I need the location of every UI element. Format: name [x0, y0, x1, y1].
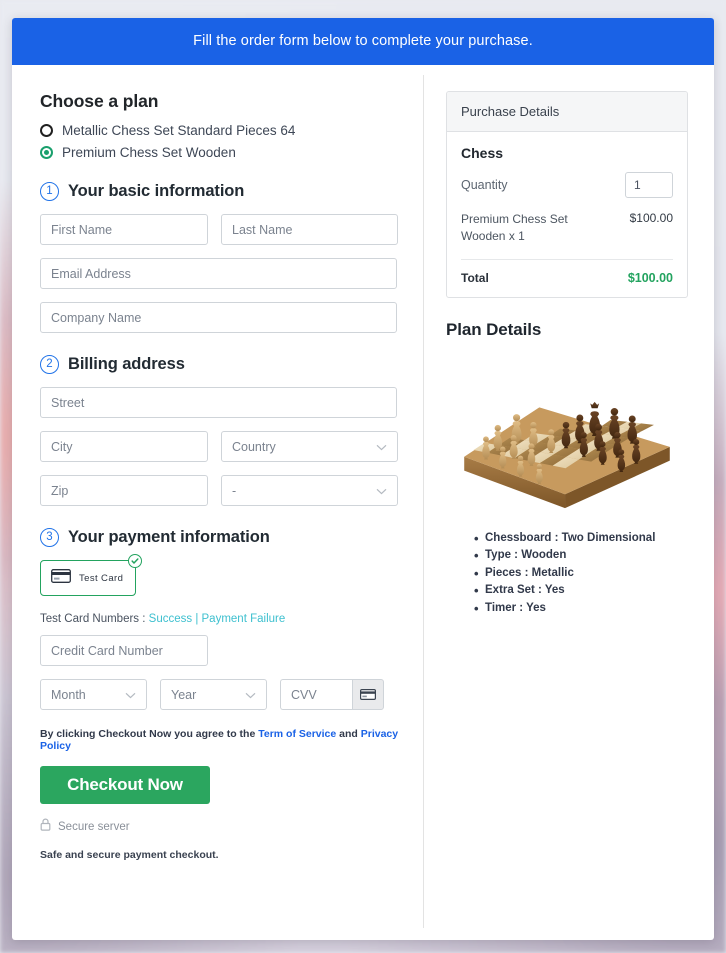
- secure-server-row: Secure server: [40, 818, 407, 836]
- plan-option-premium[interactable]: Premium Chess Set Wooden: [40, 145, 407, 160]
- line-item-price: $100.00: [629, 211, 673, 225]
- company-name-input[interactable]: Company Name: [40, 302, 397, 333]
- list-item: Chessboard : Two Dimensional: [474, 531, 688, 546]
- step-header-payment: 3 Your payment information: [40, 528, 407, 547]
- chevron-down-icon: [376, 440, 387, 454]
- banner: Fill the order form below to complete yo…: [12, 18, 714, 65]
- step-header-billing: 2 Billing address: [40, 355, 407, 374]
- test-numbers-prefix: Test Card Numbers :: [40, 613, 149, 625]
- credit-card-icon: [51, 568, 71, 588]
- list-item: Timer : Yes: [474, 601, 688, 616]
- plan-feature-list: Chessboard : Two Dimensional Type : Wood…: [474, 531, 688, 616]
- purchase-details-title: Purchase Details: [447, 92, 687, 132]
- card-number-row: Credit Card Number: [40, 635, 407, 666]
- radio-icon-unselected[interactable]: [40, 124, 53, 137]
- link-separator: |: [192, 613, 202, 625]
- term-of-service-link[interactable]: Term of Service: [258, 728, 336, 740]
- line-item-row: Premium Chess Set Wooden x 1 $100.00: [461, 211, 673, 260]
- expiry-year-select[interactable]: Year: [160, 679, 267, 710]
- total-row: Total $100.00: [461, 260, 673, 285]
- year-select-value: Year: [171, 687, 197, 702]
- safe-checkout-note: Safe and secure payment checkout.: [40, 849, 219, 861]
- purchase-details-panel: Purchase Details Chess Quantity 1 Premiu…: [446, 91, 688, 298]
- chevron-down-icon: [376, 484, 387, 498]
- terms-mid: and: [336, 728, 361, 740]
- step-title: Your payment information: [68, 528, 270, 546]
- chevron-down-icon: [125, 688, 136, 702]
- chevron-down-icon: [245, 688, 256, 702]
- email-field-row: Email Address: [40, 258, 407, 289]
- step-title: Your basic information: [68, 182, 245, 200]
- secure-server-label: Secure server: [58, 821, 130, 833]
- zip-input[interactable]: Zip: [40, 475, 208, 506]
- order-form-column: Choose a plan Metallic Chess Set Standar…: [12, 65, 423, 940]
- step-number-badge: 1: [40, 182, 59, 201]
- total-value: $100.00: [627, 270, 673, 285]
- list-item: Pieces : Metallic: [474, 566, 688, 581]
- body-columns: Choose a plan Metallic Chess Set Standar…: [12, 65, 714, 940]
- last-name-input[interactable]: Last Name: [221, 214, 398, 245]
- choose-plan-heading: Choose a plan: [40, 91, 159, 111]
- zip-state-row: Zip -: [40, 475, 407, 506]
- payment-failure-test-card-link[interactable]: Payment Failure: [202, 613, 286, 625]
- country-select[interactable]: Country: [221, 431, 398, 462]
- country-select-value: Country: [232, 439, 276, 454]
- street-field-row: Street: [40, 387, 407, 418]
- plan-option-label: Metallic Chess Set Standard Pieces 64: [62, 123, 296, 138]
- line-item-name: Premium Chess Set Wooden x 1: [461, 212, 568, 244]
- chessboard-image: [464, 401, 670, 508]
- list-item: Type : Wooden: [474, 548, 688, 563]
- success-test-card-link[interactable]: Success: [149, 613, 192, 625]
- expiry-cvv-row: Month Year CVV: [40, 679, 407, 710]
- quantity-input[interactable]: 1: [625, 172, 673, 198]
- city-country-row: City Country: [40, 431, 407, 462]
- step-title: Billing address: [68, 355, 185, 373]
- test-card-label: Test Card: [79, 572, 124, 584]
- lock-icon: [40, 818, 51, 836]
- product-name: Chess: [461, 145, 504, 161]
- month-select-value: Month: [51, 687, 86, 702]
- radio-icon-selected[interactable]: [40, 146, 53, 159]
- state-select[interactable]: -: [221, 475, 398, 506]
- email-input[interactable]: Email Address: [40, 258, 397, 289]
- summary-column: Purchase Details Chess Quantity 1 Premiu…: [424, 65, 714, 940]
- step-number-badge: 3: [40, 528, 59, 547]
- plan-option-label: Premium Chess Set Wooden: [62, 145, 236, 160]
- name-field-row: First Name Last Name: [40, 214, 407, 245]
- company-field-row: Company Name: [40, 302, 407, 333]
- first-name-input[interactable]: First Name: [40, 214, 208, 245]
- step-header-basic-info: 1 Your basic information: [40, 182, 407, 201]
- checkout-card: Fill the order form below to complete yo…: [12, 18, 714, 940]
- test-card-method-option[interactable]: Test Card: [40, 554, 142, 596]
- city-input[interactable]: City: [40, 431, 208, 462]
- check-circle-icon: [128, 554, 142, 568]
- plan-option-metallic[interactable]: Metallic Chess Set Standard Pieces 64: [40, 123, 407, 138]
- terms-prefix: By clicking Checkout Now you agree to th…: [40, 728, 259, 740]
- step-number-badge: 2: [40, 355, 59, 374]
- quantity-label: Quantity: [461, 178, 508, 192]
- cvv-help-card-icon[interactable]: [352, 679, 384, 710]
- list-item: Extra Set : Yes: [474, 583, 688, 598]
- plan-details-heading: Plan Details: [446, 319, 542, 339]
- cvv-group: CVV: [280, 679, 384, 710]
- test-card-numbers-line: Test Card Numbers : Success | Payment Fa…: [40, 613, 407, 625]
- state-select-value: -: [232, 483, 237, 498]
- total-label: Total: [461, 270, 489, 285]
- quantity-row: Quantity 1: [461, 172, 673, 198]
- purchase-details-body: Chess Quantity 1 Premium Chess Set Woode…: [447, 132, 687, 297]
- expiry-month-select[interactable]: Month: [40, 679, 147, 710]
- credit-card-number-input[interactable]: Credit Card Number: [40, 635, 208, 666]
- cvv-input[interactable]: CVV: [280, 679, 352, 710]
- checkout-now-button[interactable]: Checkout Now: [40, 766, 210, 804]
- terms-agreement-text: By clicking Checkout Now you agree to th…: [40, 728, 407, 752]
- street-input[interactable]: Street: [40, 387, 397, 418]
